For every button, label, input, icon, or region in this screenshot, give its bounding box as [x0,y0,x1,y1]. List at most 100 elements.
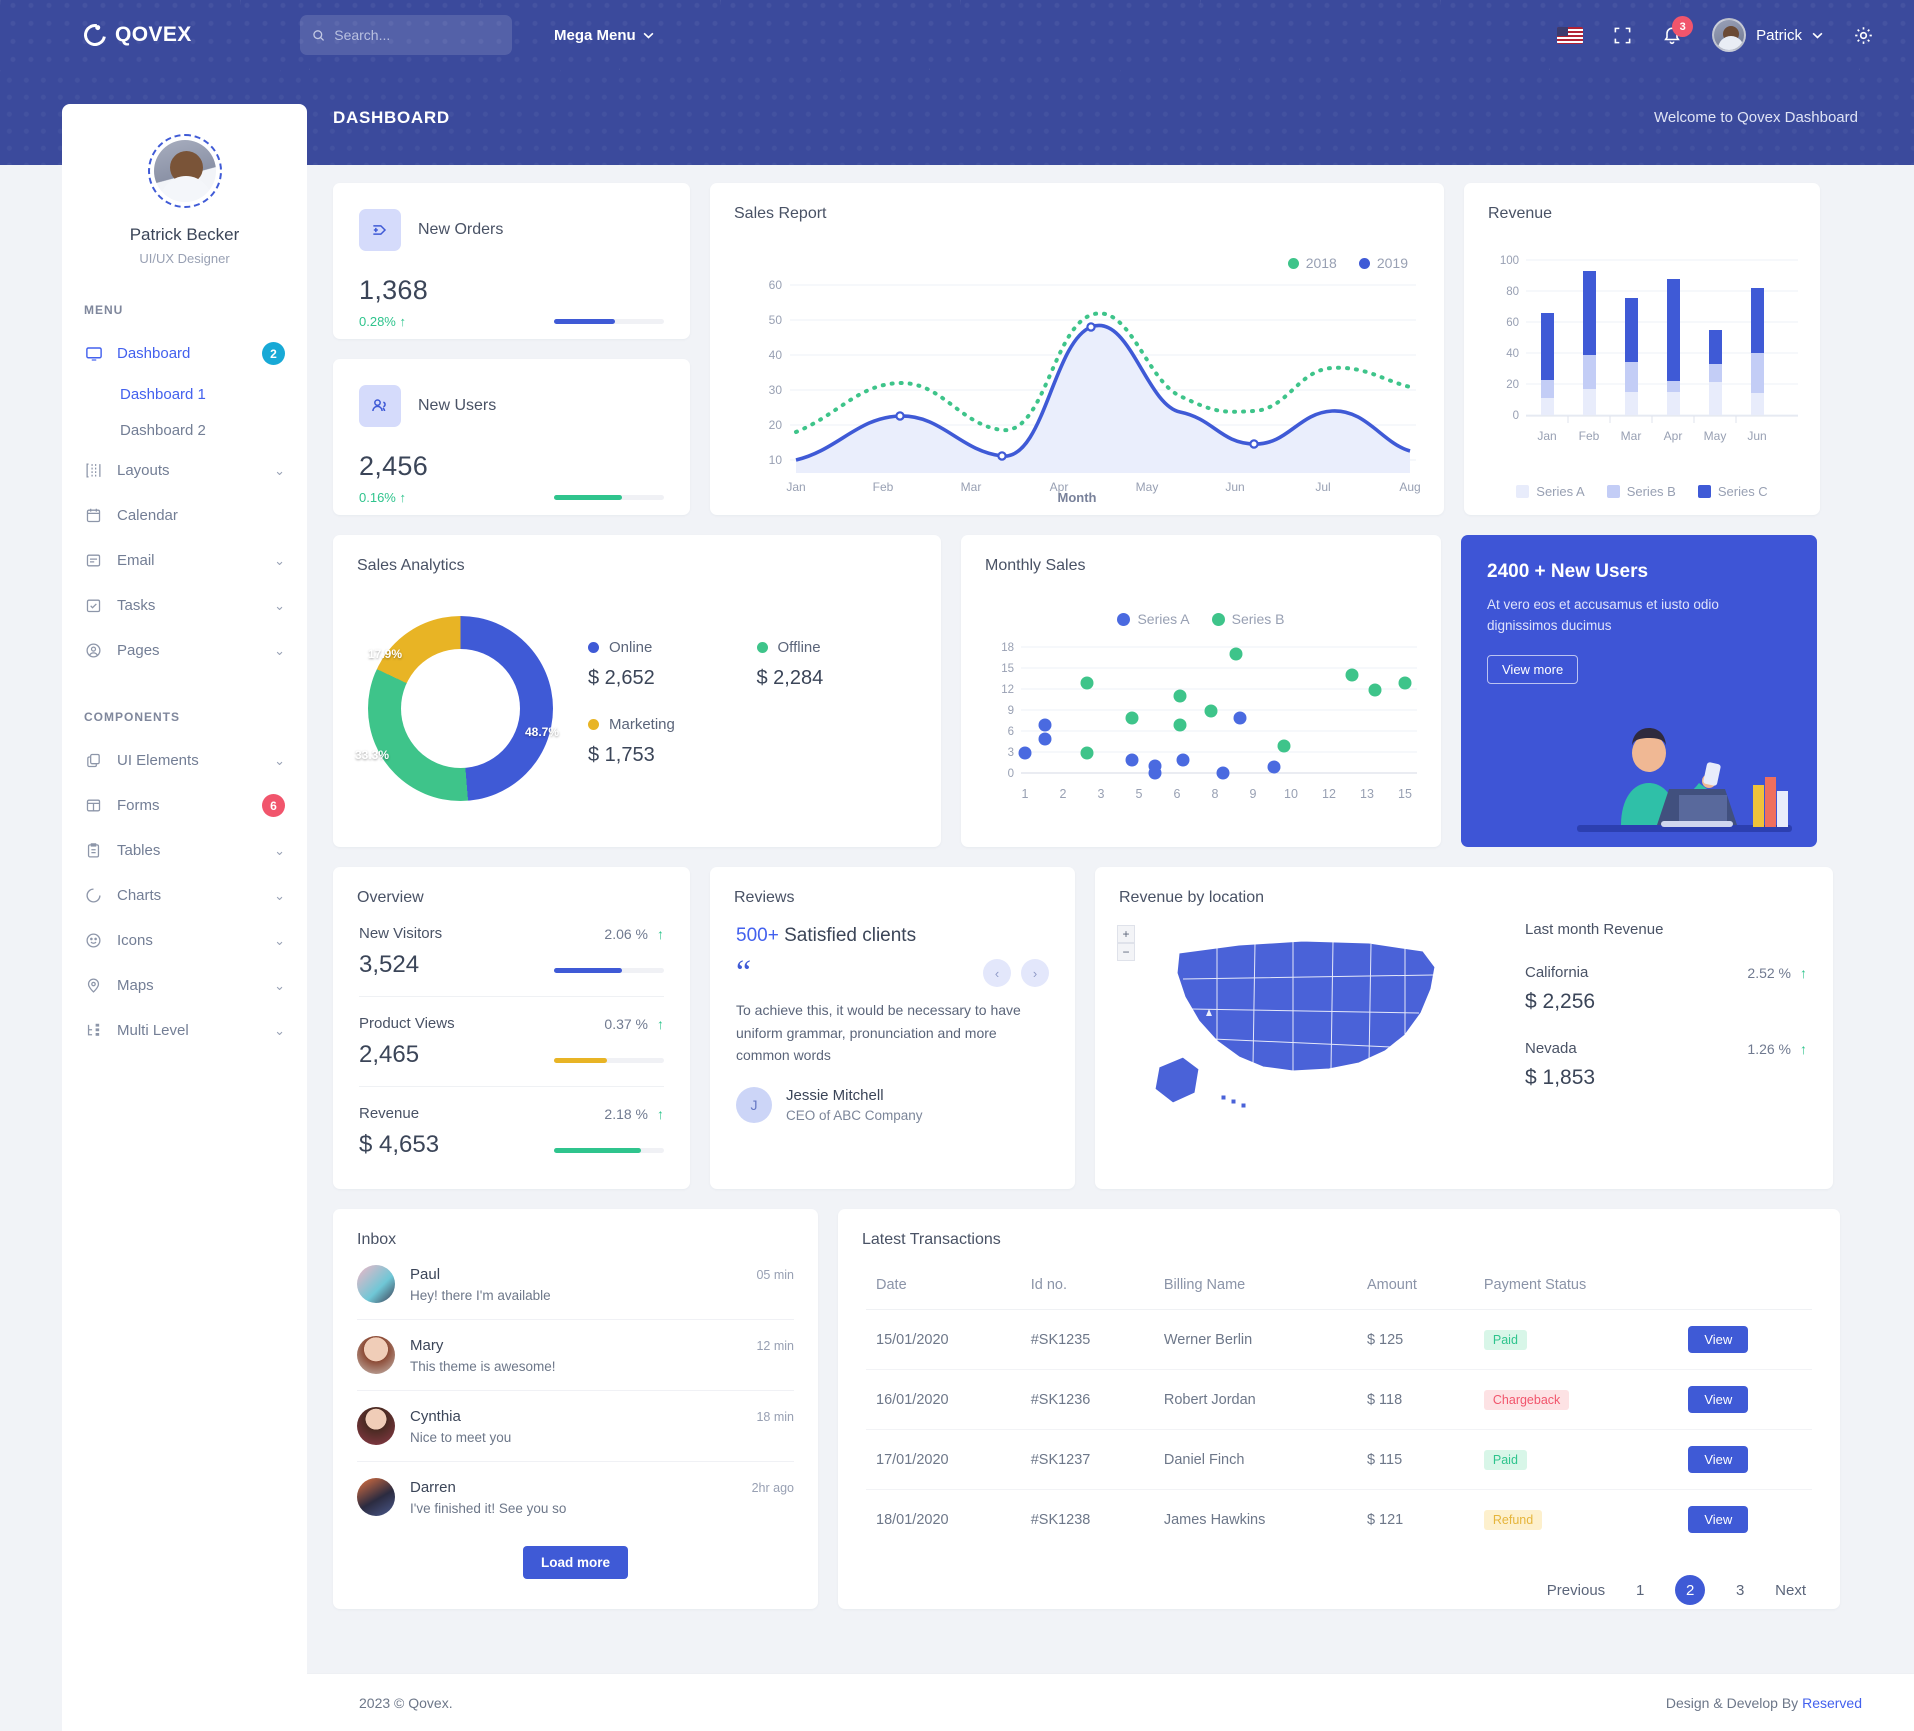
sidebar-item-layouts[interactable]: Layouts ⌄ [62,448,307,493]
inbox-sender: Paul [410,1265,441,1283]
stat-title: New Orders [418,221,504,238]
revenue-card: Revenue 100 80 60 40 20 0 Jan Feb Mar Ap… [1464,183,1820,515]
carousel-prev-button[interactable]: ‹ [983,959,1011,987]
qovex-logo-icon [79,19,111,51]
sidebar-item-maps[interactable]: Maps ⌄ [62,963,307,1008]
sidebar-item-multi-level[interactable]: Multi Level ⌄ [62,1008,307,1053]
sidebar-item-forms[interactable]: Forms 6 [62,783,307,828]
sidebar-item-ui-elements[interactable]: UI Elements ⌄ [62,738,307,783]
svg-text:5: 5 [1136,787,1143,801]
svg-text:18: 18 [1001,642,1014,654]
cell-id: #SK1236 [1020,1369,1154,1430]
reviews-card: Reviews 500+ Satisfied clients “ ‹ › To … [710,867,1075,1189]
notifications-button[interactable]: 3 [1662,16,1694,45]
col-id: Id no. [1020,1257,1154,1310]
table-row[interactable]: 17/01/2020 #SK1237 Daniel Finch $ 115 Pa… [866,1429,1812,1490]
us-flag-icon[interactable] [1557,26,1584,44]
view-button[interactable]: View [1688,1386,1749,1413]
view-button[interactable]: View [1688,1506,1749,1533]
chevron-down-icon: ⌄ [274,552,285,568]
svg-text:20: 20 [769,418,783,432]
search-box[interactable] [300,15,512,55]
svg-text:9: 9 [1008,705,1014,717]
legend-entry-marketing: Marketing $ 1,753 [588,716,747,767]
svg-text:May: May [1704,429,1727,443]
revenue-chart: 1008060 40200 Jan Feb Mar Apr May Jun [1500,255,1798,443]
settings-button[interactable] [1853,25,1874,46]
pagination-previous[interactable]: Previous [1547,1582,1605,1599]
revenue-legend: Series A Series B Series C [1464,484,1820,499]
sidebar-subitem-dashboard-1[interactable]: Dashboard 1 [62,376,307,412]
sidebar-item-charts[interactable]: Charts ⌄ [62,873,307,918]
carousel-next-button[interactable]: › [1021,959,1049,987]
sidebar-item-calendar[interactable]: Calendar [62,493,307,538]
table-row[interactable]: 18/01/2020 #SK1238 James Hawkins $ 121 R… [866,1490,1812,1550]
calendar-icon [84,506,103,525]
map-zoom-out-button[interactable]: − [1117,943,1135,961]
load-more-button[interactable]: Load more [522,1546,628,1579]
table-row[interactable]: 15/01/2020 #SK1235 Werner Berlin $ 125 P… [866,1309,1812,1370]
footer-credit-link[interactable]: Reserved [1802,1695,1862,1711]
search-input[interactable] [334,27,500,43]
sidebar-avatar-wrap [62,134,307,208]
reviews-headline-rest: Satisfied clients [778,925,917,946]
sidebar-item-dashboard[interactable]: Dashboard 2 [62,331,307,376]
sidebar-item-tables[interactable]: Tables ⌄ [62,828,307,873]
list-item[interactable]: Cynthia Nice to meet you 18 min [333,1391,818,1461]
svg-text:15: 15 [1398,787,1412,801]
list-item[interactable]: Mary This theme is awesome! 12 min [333,1320,818,1390]
table-row[interactable]: 16/01/2020 #SK1236 Robert Jordan $ 118 C… [866,1369,1812,1430]
carousel-arrows: ‹ › [983,959,1049,987]
location-value: $ 1,853 [1525,1066,1596,1089]
reviews-count: 500+ [736,925,779,946]
svg-text:Jan: Jan [1537,429,1556,443]
cell-action: View [1678,1369,1812,1430]
cell-date: 17/01/2020 [866,1429,1021,1490]
view-button[interactable]: View [1688,1326,1749,1353]
trend-up-icon: ↑ [657,1105,664,1122]
overview-title: Overview [357,889,424,906]
reviewer-avatar: J [736,1087,772,1124]
cell-amount: $ 125 [1356,1309,1474,1370]
reviews-title: Reviews [734,889,795,906]
usa-map[interactable] [1143,917,1463,1137]
sidebar-item-pages[interactable]: Pages ⌄ [62,628,307,673]
pagination-page-1[interactable]: 1 [1625,1575,1655,1605]
pagination-page-2[interactable]: 2 [1675,1575,1706,1605]
user-menu-button[interactable]: Patrick [1712,18,1823,52]
sidebar-subitem-dashboard-2[interactable]: Dashboard 2 [62,412,307,448]
view-button[interactable]: View [1688,1446,1749,1473]
overview-label: Product Views [359,1015,455,1032]
sidebar-item-icons[interactable]: Icons ⌄ [62,918,307,963]
trend-up-icon: ↑ [657,925,664,942]
sidebar-item-tasks[interactable]: Tasks ⌄ [62,583,307,628]
overview-progress-track [554,1058,664,1063]
sidebar-item-label: Calendar [117,507,178,524]
avatar [357,1407,395,1445]
stat-footer: 0.16% ↑ [359,490,664,505]
pagination-page-3[interactable]: 3 [1725,1575,1755,1605]
fullscreen-button[interactable] [1613,26,1632,45]
list-item[interactable]: Paul Hey! there I'm available 05 min [333,1249,818,1319]
sidebar-item-label: Layouts [117,462,170,479]
pagination-next[interactable]: Next [1775,1582,1806,1599]
map-zoom-in-button[interactable]: + [1117,925,1135,943]
svg-text:20: 20 [1506,379,1519,391]
overview-row-revenue: Revenue 2.18 % ↑ $ 4,653 [333,1087,690,1159]
inbox-time: 05 min [756,1268,794,1282]
overview-progress-track [554,1148,664,1153]
promo-card: 2400 + New Users At vero eos et accusamu… [1461,535,1817,847]
mega-menu-label: Mega Menu [554,26,636,44]
brand-logo[interactable]: QOVEX [79,19,294,51]
location-stats-panel: Last month Revenue California 2.52 % ↑ $… [1515,867,1833,1189]
avatar [357,1478,395,1516]
view-more-button[interactable]: View more [1487,654,1579,684]
layout-icon [84,461,103,480]
svg-text:40: 40 [1506,348,1519,360]
list-item[interactable]: Darren I've finished it! See you so 2hr a… [333,1462,818,1532]
series-b-points [1080,647,1412,760]
sidebar-item-email[interactable]: Email ⌄ [62,538,307,583]
mega-menu-button[interactable]: Mega Menu [554,27,654,44]
cell-amount: $ 115 [1356,1429,1474,1490]
search-icon [313,29,325,41]
